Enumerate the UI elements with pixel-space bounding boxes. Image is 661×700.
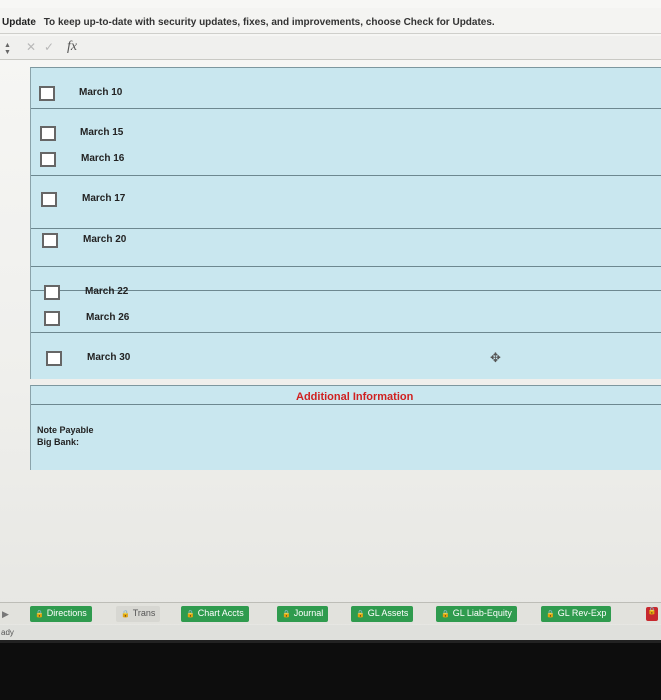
spreadsheet-window: Update To keep up-to-date with security … — [0, 0, 661, 640]
checklist-item: March 22 — [31, 285, 631, 305]
date-label: March 20 — [83, 234, 127, 245]
checklist-item: March 20 — [31, 233, 631, 253]
row-divider — [31, 266, 661, 267]
cancel-icon[interactable]: ✕ — [26, 40, 36, 54]
name-box-stepper-icon[interactable]: ▲ ▼ — [4, 42, 12, 56]
row-divider — [31, 228, 661, 229]
tab-directions[interactable]: 🔒 Directions — [30, 606, 92, 622]
info-title: Additional Information — [296, 391, 414, 403]
monitor-bezel — [0, 643, 661, 700]
checklist-item: March 15 — [31, 126, 631, 146]
lock-icon[interactable]: 🔒 — [646, 607, 658, 621]
checklist-item: March 30 — [31, 351, 631, 371]
date-label: March 22 — [85, 286, 129, 297]
row-divider — [31, 175, 661, 176]
tab-gl-rev-exp[interactable]: 🔒 GL Rev-Exp — [541, 606, 612, 622]
lock-icon: 🔒 — [282, 611, 291, 618]
date-label: March 16 — [81, 153, 125, 164]
cell-cursor-icon: ✥ — [490, 350, 501, 365]
lock-icon: 🔒 — [121, 611, 130, 618]
date-label: March 26 — [86, 312, 130, 323]
status-text: ady — [1, 628, 14, 637]
big-bank-label: Big Bank: — [37, 437, 80, 447]
sheet-tab-bar: ▶ 🔒 Directions 🔒 Trans 🔒 Chart Accts 🔒 Journ… — [0, 602, 661, 624]
info-divider — [31, 404, 661, 405]
checkbox[interactable] — [46, 351, 62, 366]
enter-icon[interactable]: ✓ — [44, 40, 54, 54]
function-icon[interactable]: fx — [67, 39, 77, 55]
update-label: Update — [2, 17, 36, 28]
tab-chart-accts[interactable]: 🔒 Chart Accts — [181, 606, 249, 622]
checklist-item: March 17 — [31, 192, 631, 212]
checkbox[interactable] — [42, 233, 58, 248]
tab-trans[interactable]: 🔒 Trans — [116, 606, 161, 622]
checkbox[interactable] — [41, 192, 57, 207]
row-divider — [31, 332, 661, 333]
date-label: March 17 — [82, 193, 126, 204]
checklist-panel: March 10 March 15 March 16 March 17 Marc… — [30, 67, 661, 379]
lock-icon: 🔒 — [441, 611, 450, 618]
checkbox[interactable] — [44, 311, 60, 326]
checkbox[interactable] — [39, 86, 55, 101]
additional-info-panel: Additional Information Note Payable Big … — [30, 385, 661, 470]
checkbox[interactable] — [40, 152, 56, 167]
checkbox[interactable] — [44, 285, 60, 300]
checklist-item: March 16 — [31, 152, 631, 172]
checkbox[interactable] — [40, 126, 56, 141]
tab-gl-assets[interactable]: 🔒 GL Assets — [351, 606, 414, 622]
formula-bar: ▲ ▼ ✕ ✓ fx — [0, 36, 661, 60]
date-label: March 10 — [79, 87, 123, 98]
lock-icon: 🔒 — [546, 611, 555, 618]
row-divider — [31, 108, 661, 109]
lock-icon: 🔒 — [186, 611, 195, 618]
checklist-item: March 26 — [31, 311, 631, 331]
tab-scroll-arrow-icon[interactable]: ▶ — [2, 609, 9, 620]
tab-journal[interactable]: 🔒 Journal — [277, 606, 329, 622]
status-bar: ady — [0, 625, 661, 640]
lock-icon: 🔒 — [35, 611, 44, 618]
date-label: March 30 — [87, 352, 131, 363]
update-message: To keep up-to-date with security updates… — [43, 17, 495, 28]
lock-icon: 🔒 — [356, 611, 365, 618]
checklist-item: March 10 — [31, 86, 631, 106]
date-label: March 15 — [80, 127, 124, 138]
update-notification-bar[interactable]: Update To keep up-to-date with security … — [0, 8, 661, 34]
note-payable-label: Note Payable — [37, 425, 94, 435]
tab-gl-liab-equity[interactable]: 🔒 GL Liab-Equity — [436, 606, 517, 622]
